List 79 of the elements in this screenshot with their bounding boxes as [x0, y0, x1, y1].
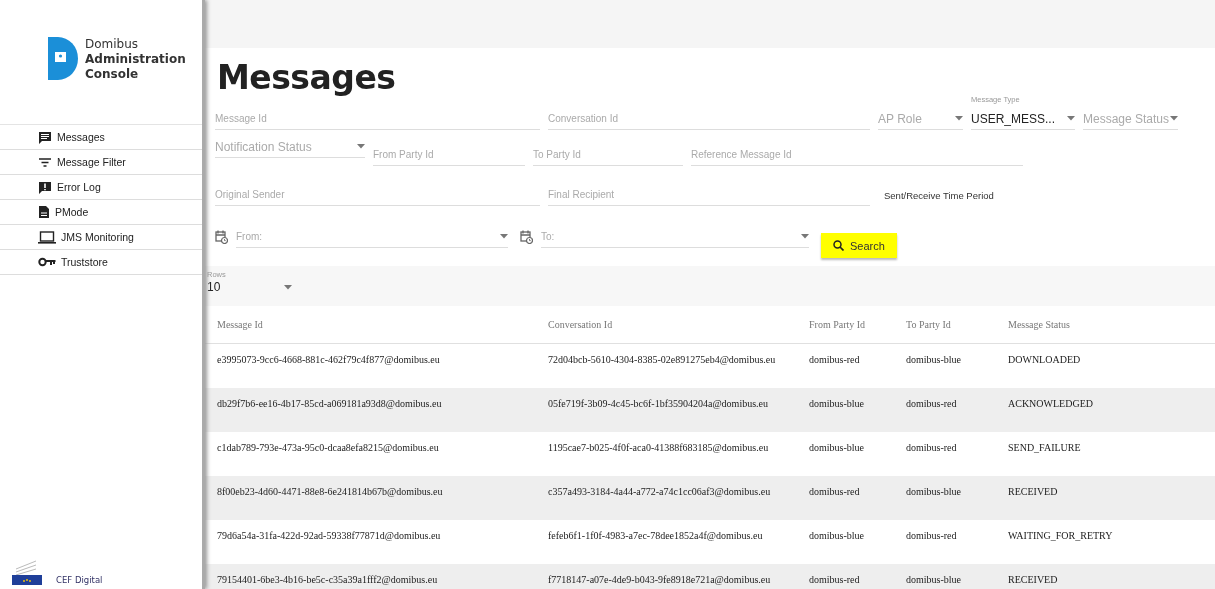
table-cell: domibus-red	[809, 354, 860, 365]
caret-icon	[955, 116, 963, 121]
dropdown-field[interactable]: Notification Status	[215, 136, 365, 158]
column-header: To Party Id	[905, 306, 1007, 344]
table-cell: c357a493-3184-4a44-a772-a74c1cc06af3@domibus.eu	[548, 486, 771, 497]
column-header: Message Status	[1007, 306, 1215, 344]
table-cell: 79154401-6be3-4b16-be5c-c35a39a1fff2@domibus.eu	[217, 574, 438, 585]
table-cell: domibus-red	[809, 574, 860, 585]
laptop-icon	[38, 230, 56, 244]
table-cell: DOWNLOADED	[1008, 354, 1081, 365]
dropdown-field[interactable]: AP Role	[878, 108, 963, 130]
table-cell: domibus-red	[906, 530, 957, 541]
date-field[interactable]: From:	[236, 226, 508, 248]
search-icon	[833, 240, 844, 251]
nav-item[interactable]: Truststore	[0, 250, 202, 275]
caret-icon	[1170, 116, 1178, 121]
nav-item[interactable]: JMS Monitoring	[0, 225, 202, 250]
nav-item[interactable]: Error Log	[0, 175, 202, 200]
text-field[interactable]: Final Recipient	[548, 184, 870, 206]
table-cell: domibus-red	[809, 486, 860, 497]
search-button[interactable]: Search	[821, 233, 897, 258]
date-field[interactable]: To:	[541, 226, 809, 248]
table-cell: domibus-red	[906, 442, 957, 453]
table-cell: fefeb6f1-1f0f-4983-a7ec-78dee1852a4f@domibus.eu	[548, 530, 763, 541]
eu-flag-icon	[12, 557, 42, 585]
calendar-clock-icon	[520, 230, 533, 244]
dropdown-field[interactable]: Message Status	[1083, 108, 1178, 130]
page-title: Messages	[217, 58, 397, 98]
calendar-clock-icon	[215, 230, 228, 244]
text-field[interactable]: Conversation Id	[548, 108, 870, 130]
table-cell: SEND_FAILURE	[1008, 442, 1081, 453]
table-cell: ACKNOWLEDGED	[1008, 398, 1093, 409]
column-header: Message Id	[205, 306, 547, 344]
nav-item[interactable]: Messages	[0, 125, 202, 150]
logo-icon	[48, 37, 78, 80]
table-cell: 79d6a54a-31fa-422d-92ad-59338f77871d@domibus.eu	[217, 530, 441, 541]
table-cell: domibus-blue	[906, 574, 961, 585]
alert-icon	[38, 180, 52, 194]
table-cell: 72d04bcb-5610-4304-8385-02e891275eb4@domibus.eu	[548, 354, 776, 365]
column-header: Conversation Id	[547, 306, 808, 344]
caret-icon	[500, 234, 508, 239]
footer-logo-text: CEF Digital	[56, 575, 103, 585]
caret-icon	[801, 234, 809, 239]
table-cell: domibus-blue	[809, 530, 864, 541]
table-cell: WAITING_FOR_RETRY	[1008, 530, 1113, 541]
text-field[interactable]: From Party Id	[373, 144, 525, 166]
nav-item[interactable]: Message Filter	[0, 150, 202, 175]
rows-dropdown[interactable]: 10	[207, 279, 292, 295]
table-cell: db29f7b6-ee16-4b17-85cd-a069181a93d8@domibus.eu	[217, 398, 442, 409]
key-icon	[38, 257, 56, 267]
nav-item[interactable]: PMode	[0, 200, 202, 225]
app-title: Administration	[85, 52, 186, 67]
table-cell: domibus-red	[906, 398, 957, 409]
message-icon	[38, 130, 52, 144]
caret-icon	[357, 144, 365, 149]
table-cell: domibus-blue	[809, 442, 864, 453]
table-cell: RECEIVED	[1008, 486, 1058, 497]
table-cell: f7718147-a07e-4de9-b043-9fe8918e721a@domibus.eu	[548, 574, 771, 585]
table-cell: c1dab789-793e-473a-95c0-dcaa8efa8215@domibus.eu	[217, 442, 439, 453]
table-cell: domibus-blue	[906, 354, 961, 365]
document-icon	[38, 205, 50, 219]
text-field[interactable]: Reference Message Id	[691, 144, 1023, 166]
table-cell: RECEIVED	[1008, 574, 1058, 585]
caret-icon	[284, 284, 292, 290]
table-cell: 8f00eb23-4d60-4471-88e8-6e241814b67b@domibus.eu	[217, 486, 443, 497]
text-field[interactable]: Message Id	[215, 108, 540, 130]
table-cell: domibus-blue	[906, 486, 961, 497]
caret-icon	[1067, 116, 1075, 121]
app-title: Console	[85, 67, 140, 82]
text-field[interactable]: Original Sender	[215, 184, 540, 206]
table-cell: e3995073-9cc6-4668-881c-462f79c4f877@domibus.eu	[217, 354, 440, 365]
app-title: Domibus	[85, 37, 140, 52]
filter-icon	[38, 155, 52, 169]
table-cell: domibus-blue	[809, 398, 864, 409]
column-header: From Party Id	[808, 306, 905, 344]
text-field[interactable]: To Party Id	[533, 144, 683, 166]
table-cell: 05fe719f-3b09-4c45-bc6f-1bf35904204a@domibus.eu	[548, 398, 768, 409]
table-cell: 1195cae7-b025-4f0f-aca0-41388f683185@domibus.eu	[548, 442, 769, 453]
section-label: Sent/Receive Time Period	[883, 188, 994, 203]
